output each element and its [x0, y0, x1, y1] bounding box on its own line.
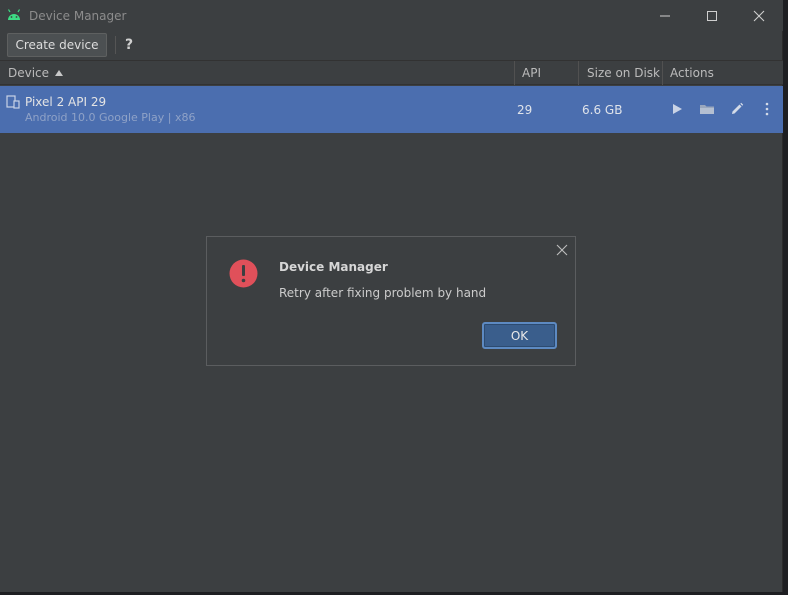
column-header-device[interactable]: Device	[0, 61, 515, 85]
android-icon	[6, 8, 22, 22]
close-icon	[753, 10, 765, 21]
folder-icon[interactable]	[698, 100, 716, 118]
table-header: Device API Size on Disk Actions	[0, 60, 783, 85]
device-name: Pixel 2 API 29	[25, 95, 107, 109]
dialog-message: Retry after fixing problem by hand	[279, 286, 487, 300]
ok-button[interactable]: OK	[482, 322, 557, 349]
dialog-title: Device Manager	[279, 260, 388, 274]
close-window-button[interactable]	[736, 0, 782, 31]
column-header-actions: Actions	[670, 66, 714, 80]
column-header-size[interactable]: Size on Disk	[579, 61, 663, 85]
column-header-api[interactable]: API	[515, 61, 579, 85]
title-bar[interactable]: Device Manager	[0, 0, 783, 31]
table-row[interactable]: Pixel 2 API 29 Android 10.0 Google Play …	[0, 86, 783, 133]
window-title: Device Manager	[29, 9, 127, 23]
error-icon	[229, 259, 258, 288]
more-options-icon[interactable]	[758, 100, 776, 118]
run-icon[interactable]	[668, 100, 686, 118]
device-subtitle: Android 10.0 Google Play | x86	[25, 111, 196, 124]
error-dialog: Device Manager Retry after fixing proble…	[206, 236, 576, 366]
create-device-button[interactable]: Create device	[7, 33, 107, 57]
device-manager-window: Device Manager Create device ? Device AP…	[0, 0, 783, 592]
edit-pencil-icon[interactable]	[728, 100, 746, 118]
maximize-button[interactable]	[689, 0, 735, 31]
window-edge	[783, 0, 788, 595]
help-button[interactable]: ?	[121, 35, 137, 55]
column-header-device-label: Device	[8, 66, 50, 80]
maximize-icon	[707, 10, 717, 21]
toolbar: Create device ?	[0, 31, 783, 59]
toolbar-separator	[115, 36, 116, 54]
sort-ascending-icon	[55, 70, 64, 76]
device-api: 29	[517, 103, 533, 117]
phone-tablet-icon	[6, 95, 20, 109]
device-size: 6.6 GB	[582, 103, 623, 117]
dialog-close-icon[interactable]	[555, 243, 569, 257]
minimize-icon	[660, 15, 670, 16]
minimize-button[interactable]	[642, 0, 688, 31]
